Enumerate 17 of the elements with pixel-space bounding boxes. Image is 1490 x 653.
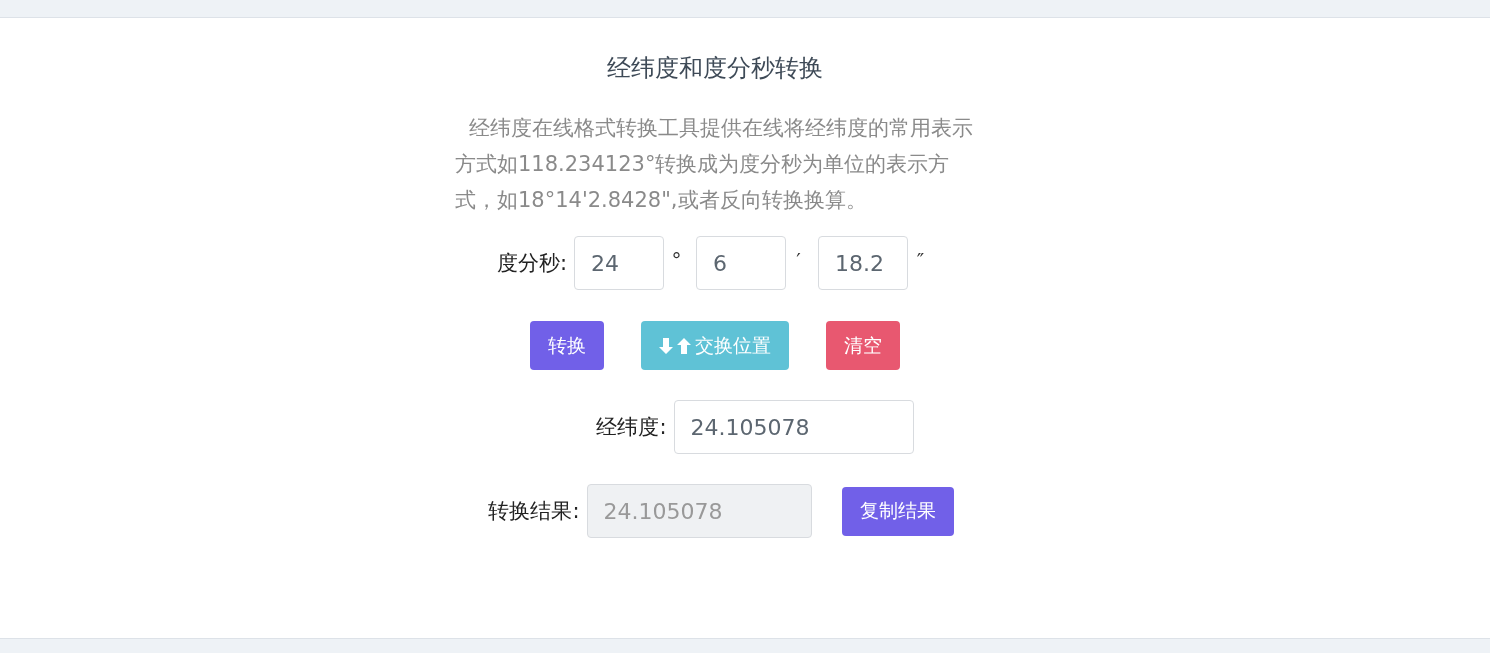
field-label: 经纬度: <box>596 414 667 441</box>
unit-symbol: ″ <box>915 248 926 272</box>
unit-symbol: ′ <box>795 248 802 272</box>
copy-button[interactable]: 复制结果 <box>841 486 954 536</box>
field-label: 度分秒: <box>496 250 568 277</box>
down-arrow-icon <box>659 336 673 355</box>
input-field[interactable]: 24 <box>574 236 665 290</box>
input-field[interactable]: 6 <box>696 236 787 290</box>
convert-button[interactable]: 转换 <box>530 321 604 370</box>
up-arrow-icon <box>677 336 691 355</box>
page-title: 经纬度和度分秒转换 <box>607 53 823 84</box>
unit-symbol: ° <box>670 248 683 272</box>
input-field[interactable]: 18.2 <box>818 236 909 290</box>
clear-button[interactable]: 清空 <box>826 321 900 370</box>
input-field[interactable]: 24.105078 <box>673 400 914 454</box>
description: 经纬度在线格式转换工具提供在线将经纬度的常用表示方式如118.234123°转换成为度分秒为单位的表示方式，如18°14'2.8428",或者反向转换换算。 <box>455 115 974 214</box>
field-label: 转换结果: <box>488 498 580 525</box>
